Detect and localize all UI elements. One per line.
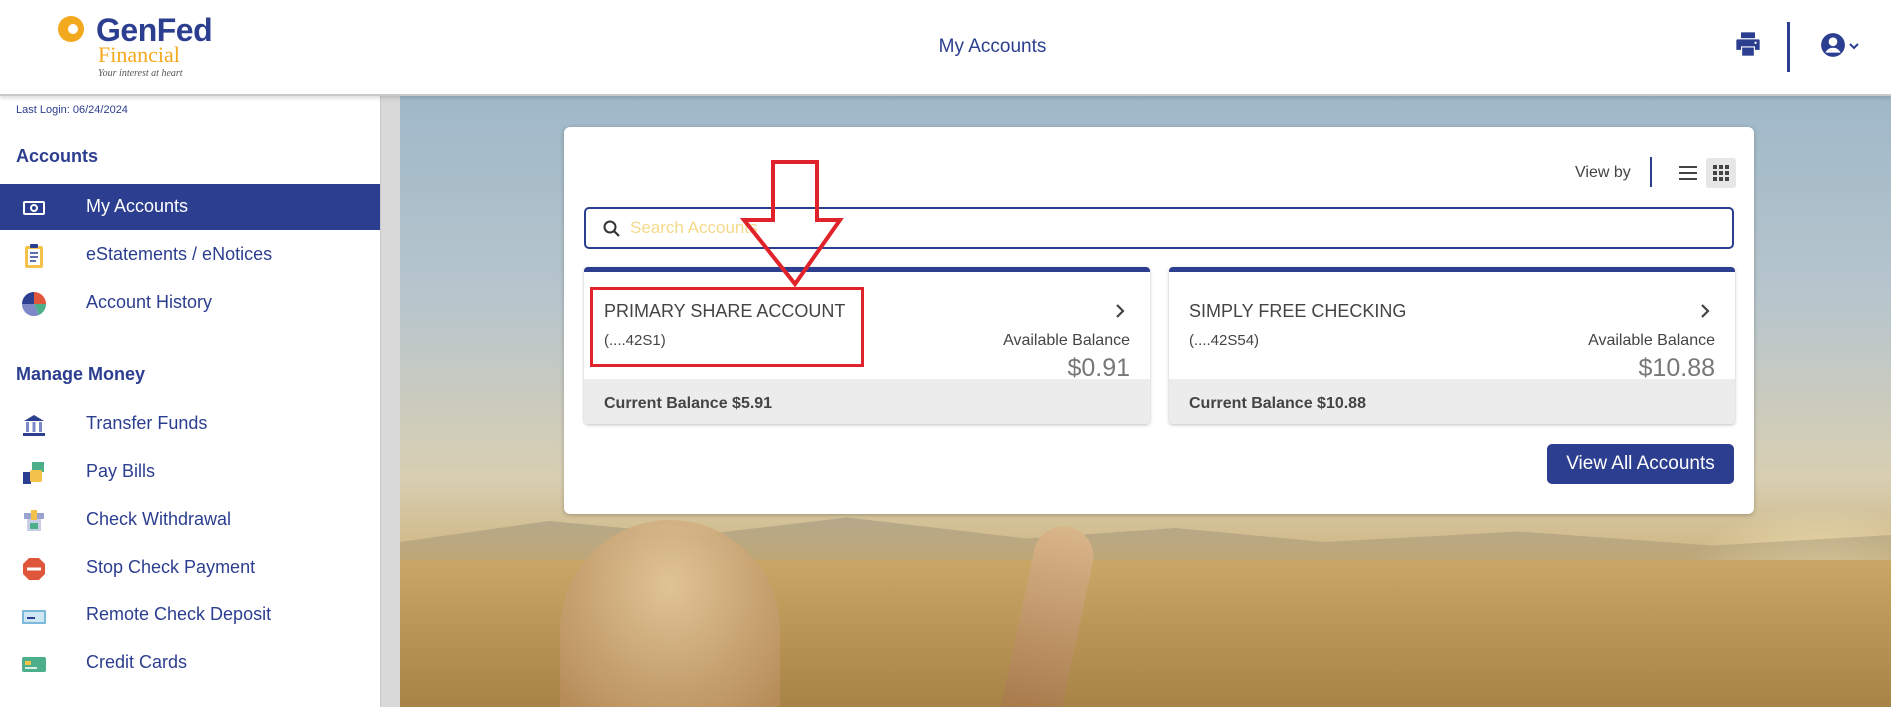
- check-withdrawal-icon: [24, 510, 44, 531]
- annotation-down-arrow-icon: [740, 160, 844, 288]
- bank-icon: [23, 415, 45, 436]
- card-footer: Current Balance $10.88: [1169, 379, 1735, 424]
- sidebar-item-my-accounts[interactable]: My Accounts: [0, 184, 380, 230]
- view-by-label: View by: [1575, 164, 1631, 181]
- account-name: SIMPLY FREE CHECKING: [1189, 301, 1407, 321]
- check-deposit-icon: [22, 610, 46, 624]
- sidebar-item-stop-check-payment[interactable]: Stop Check Payment: [0, 545, 380, 591]
- print-icon: [1736, 32, 1760, 56]
- sidebar-item-label: Check Withdrawal: [86, 509, 232, 529]
- sidebar-item-pay-bills[interactable]: Pay Bills: [0, 449, 380, 495]
- sidebar-item-label: Transfer Funds: [86, 413, 208, 433]
- last-login: Last Login: 06/24/2024: [16, 104, 128, 116]
- cash-icon: [23, 201, 45, 215]
- stop-sign-icon: [23, 558, 45, 580]
- accounts-heading: Accounts: [16, 146, 99, 166]
- sidebar: Last Login: 06/24/2024 Accounts My Accou…: [0, 96, 380, 707]
- sidebar-item-transfer-funds[interactable]: Transfer Funds: [0, 401, 380, 447]
- sidebar-item-label: Remote Check Deposit: [86, 604, 272, 624]
- view-by-divider: [1650, 157, 1652, 187]
- grid-view-button[interactable]: [1706, 158, 1736, 188]
- annotation-highlight-box: [590, 287, 864, 367]
- genfed-logo[interactable]: GenFed Financial Your interest at heart: [56, 12, 226, 82]
- clipboard-icon: [25, 244, 43, 268]
- sidebar-item-label: Pay Bills: [86, 461, 156, 481]
- grid-icon: [1713, 165, 1729, 181]
- logo-subtitle: Financial: [98, 42, 180, 67]
- pie-chart-icon: [21, 292, 47, 317]
- sidebar-item-account-history[interactable]: Account History: [0, 280, 380, 326]
- sidebar-item-check-withdrawal[interactable]: Check Withdrawal: [0, 497, 380, 543]
- print-button[interactable]: [1734, 30, 1762, 58]
- current-balance: Current Balance $10.88: [1189, 395, 1366, 412]
- sidebar-item-remote-check-deposit[interactable]: Remote Check Deposit: [0, 592, 380, 638]
- current-balance: Current Balance $5.91: [604, 395, 773, 412]
- list-view-button[interactable]: [1675, 160, 1701, 186]
- account-number: (....42S54): [1189, 332, 1260, 349]
- chevron-right-icon[interactable]: [1112, 302, 1128, 320]
- header-divider: [1787, 22, 1790, 72]
- credit-card-icon: [22, 657, 46, 672]
- sidebar-item-label: My Accounts: [86, 196, 189, 216]
- profile-menu-button[interactable]: [1820, 32, 1860, 60]
- card-footer: Current Balance $5.91: [584, 379, 1150, 424]
- page-title: My Accounts: [938, 36, 1047, 57]
- search-icon: [603, 220, 620, 237]
- view-all-accounts-button[interactable]: View All Accounts: [1547, 444, 1734, 484]
- sidebar-item-label: Credit Cards: [86, 652, 188, 672]
- available-balance-label: Available Balance: [1003, 332, 1130, 349]
- top-header: GenFed Financial Your interest at heart …: [0, 0, 1891, 96]
- sidebar-item-estatements[interactable]: eStatements / eNotices: [0, 232, 380, 278]
- bill-pay-icon: [23, 462, 44, 484]
- chevron-right-icon[interactable]: [1697, 302, 1713, 320]
- user-circle-icon: [1821, 33, 1845, 57]
- sidebar-item-credit-cards[interactable]: Credit Cards: [0, 640, 380, 686]
- sidebar-item-label: Account History: [86, 292, 213, 312]
- sidebar-scrollbar[interactable]: [380, 96, 400, 707]
- logo-tagline: Your interest at heart: [98, 68, 183, 79]
- account-card-simply-free-checking[interactable]: SIMPLY FREE CHECKING (....42S54) Availab…: [1169, 267, 1735, 424]
- chevron-down-icon: [1849, 43, 1859, 50]
- available-balance-label: Available Balance: [1588, 332, 1715, 349]
- list-icon: [1679, 166, 1697, 180]
- sidebar-item-label: eStatements / eNotices: [86, 244, 273, 264]
- manage-money-heading: Manage Money: [16, 364, 146, 384]
- logo-mark-icon: [58, 16, 84, 42]
- sidebar-item-label: Stop Check Payment: [86, 557, 256, 577]
